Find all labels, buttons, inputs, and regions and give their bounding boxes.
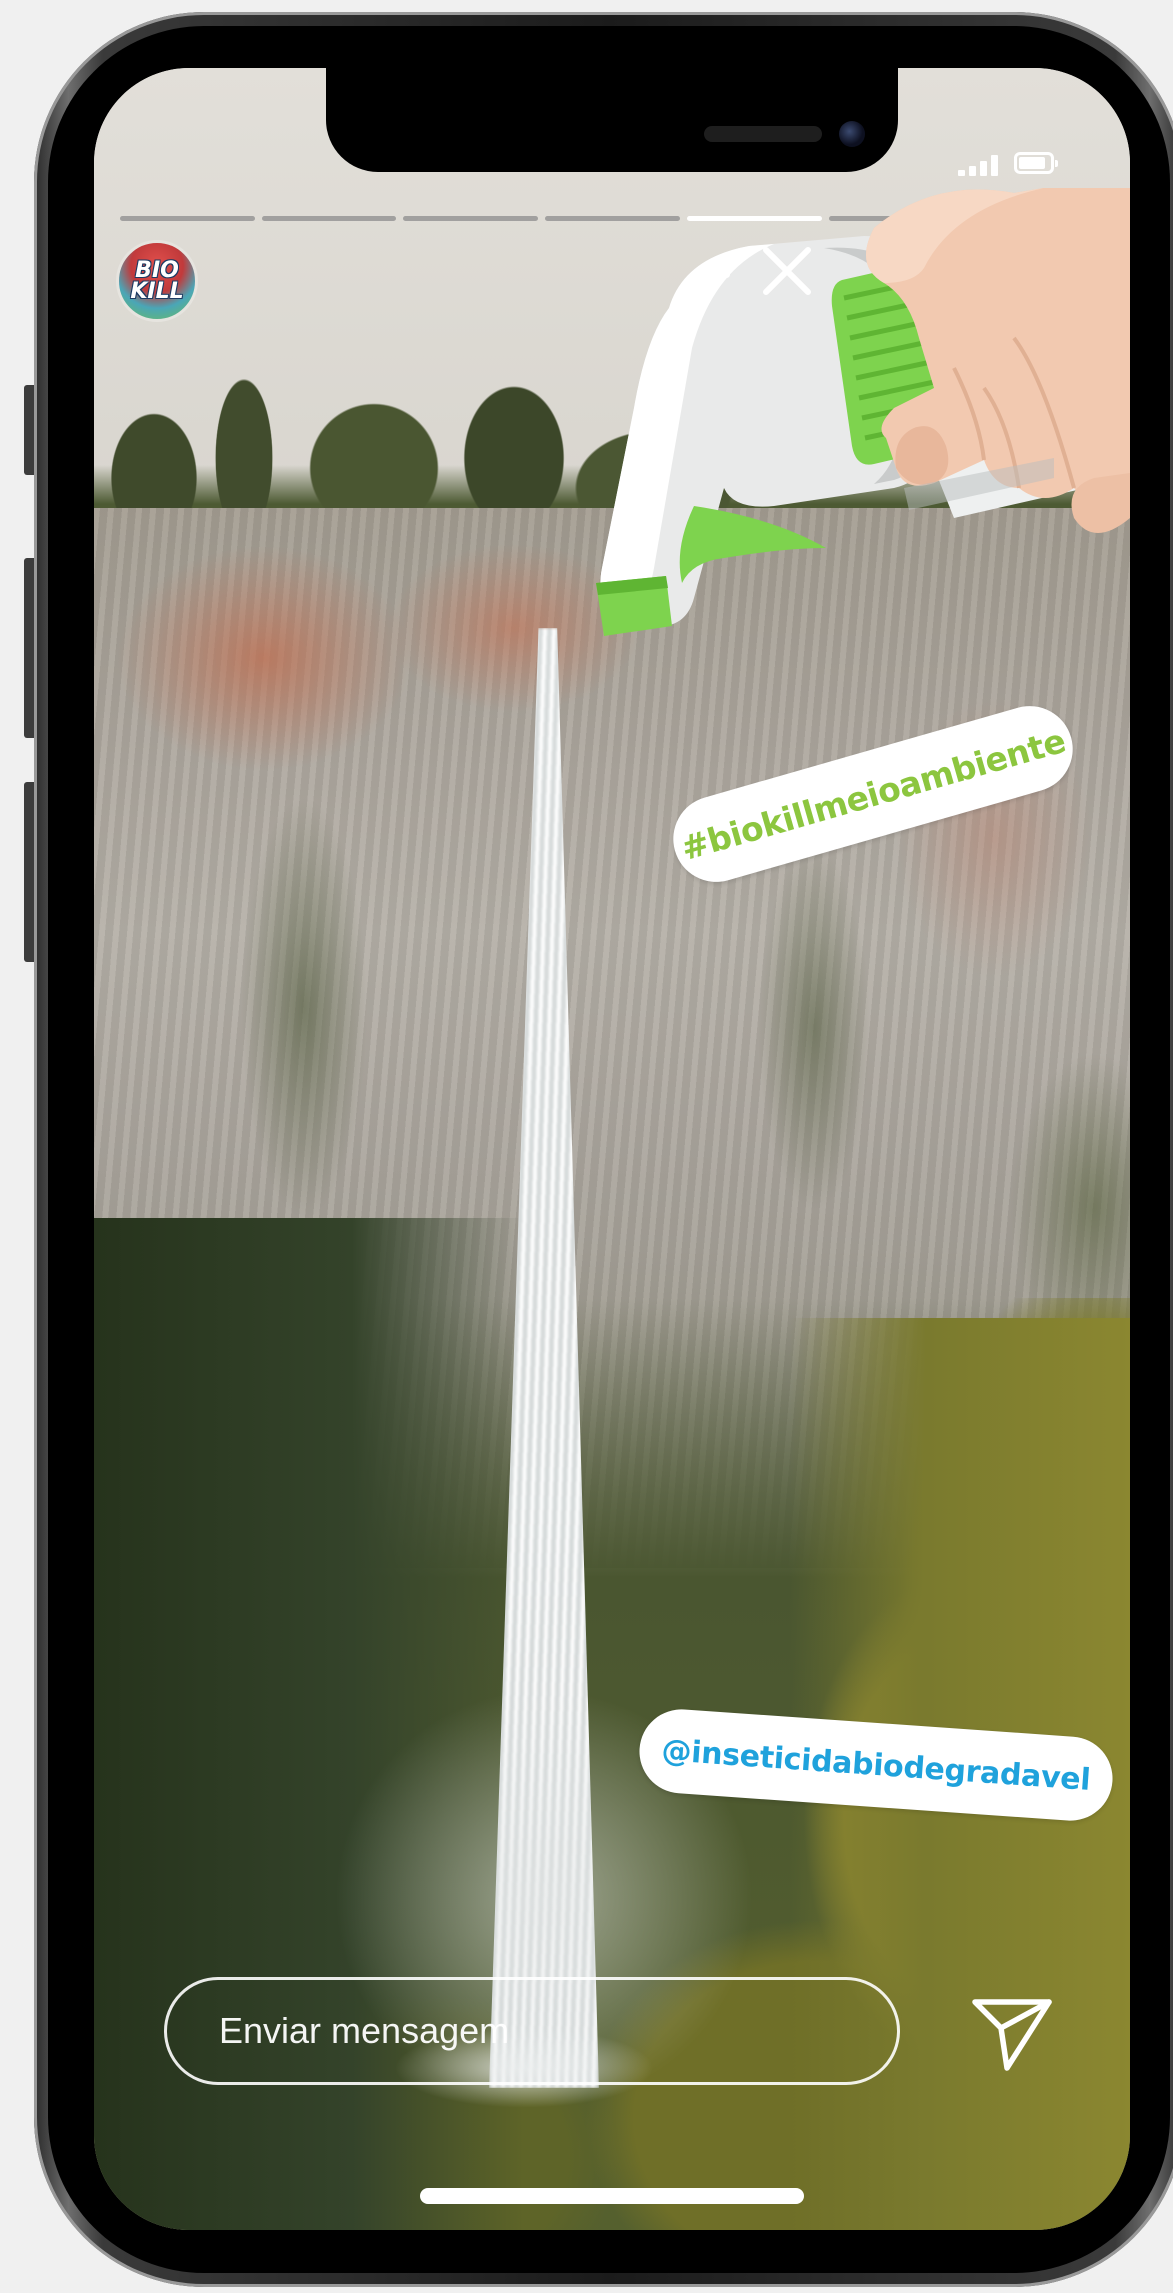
volume-up-button bbox=[24, 558, 34, 738]
notch bbox=[326, 68, 898, 172]
message-placeholder: Enviar mensagem bbox=[219, 2010, 510, 2051]
close-icon[interactable] bbox=[756, 240, 818, 302]
account-avatar[interactable]: BIO KILL bbox=[116, 240, 198, 322]
volume-down-button bbox=[24, 782, 34, 962]
send-paper-plane-icon[interactable] bbox=[969, 1988, 1055, 2074]
more-options-button[interactable] bbox=[682, 254, 742, 294]
story-screen[interactable]: BIO KILL #biokillmeioambiente @inseticid… bbox=[94, 68, 1130, 2230]
avatar-logo-line1: BIO bbox=[135, 258, 179, 283]
home-indicator[interactable] bbox=[420, 2188, 804, 2204]
signal-bars-icon bbox=[958, 154, 1002, 176]
mute-switch bbox=[24, 385, 34, 475]
spray-bottle-hand-illustration bbox=[596, 188, 1130, 636]
progress-segment bbox=[403, 216, 539, 221]
battery-icon bbox=[1014, 152, 1058, 174]
earpiece bbox=[704, 126, 822, 142]
avatar-logo-line2: KILL bbox=[130, 279, 184, 304]
more-horizontal-icon bbox=[694, 270, 702, 278]
progress-segment bbox=[261, 216, 397, 221]
front-camera bbox=[839, 121, 865, 147]
send-message-input[interactable]: Enviar mensagem bbox=[164, 1977, 900, 2085]
progress-segment bbox=[120, 216, 255, 221]
